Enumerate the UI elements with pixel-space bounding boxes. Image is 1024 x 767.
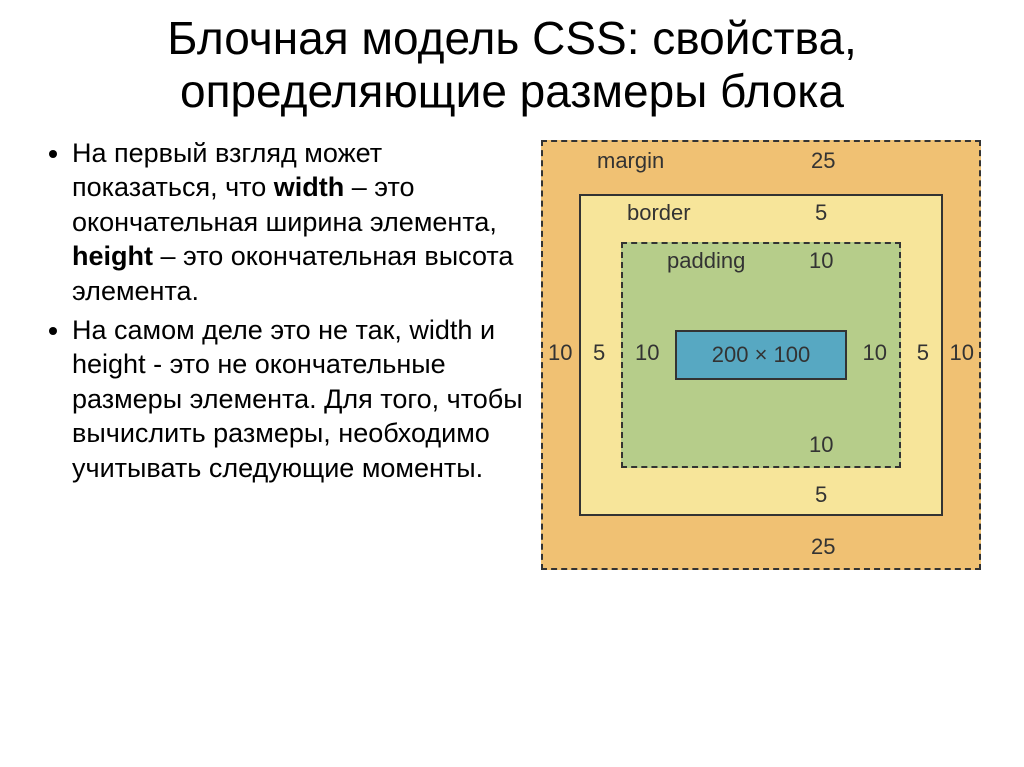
diagram-column: 200 × 100 margin border padding 25 25 10… <box>538 136 984 570</box>
b2-height: height <box>72 349 146 379</box>
bullet-list: На первый взгляд может показаться, что w… <box>40 136 530 485</box>
content-size-label: 200 × 100 <box>712 342 810 368</box>
b1-height: height <box>72 241 153 271</box>
margin-left-value: 10 <box>548 340 572 366</box>
margin-bottom-value: 25 <box>811 534 835 560</box>
content-row: На первый взгляд может показаться, что w… <box>40 136 984 570</box>
border-top-value: 5 <box>815 200 827 226</box>
border-left-value: 5 <box>593 340 605 366</box>
bullet-1: На первый взгляд может показаться, что w… <box>72 136 530 309</box>
b2-part-a: На самом деле это не так, <box>72 315 409 345</box>
padding-left-value: 10 <box>635 340 659 366</box>
margin-top-value: 25 <box>811 148 835 174</box>
text-column: На первый взгляд может показаться, что w… <box>40 136 530 489</box>
border-label: border <box>627 200 691 226</box>
b1-width: width <box>274 172 344 202</box>
b2-part-b: и <box>472 315 495 345</box>
slide: Блочная модель CSS: свойства, определяющ… <box>0 0 1024 767</box>
slide-title: Блочная модель CSS: свойства, определяющ… <box>40 12 984 118</box>
box-model-diagram: 200 × 100 margin border padding 25 25 10… <box>541 140 981 570</box>
margin-right-value: 10 <box>950 340 974 366</box>
padding-label: padding <box>667 248 745 274</box>
border-right-value: 5 <box>917 340 929 366</box>
border-bottom-value: 5 <box>815 482 827 508</box>
content-box: 200 × 100 <box>675 330 847 380</box>
padding-right-value: 10 <box>863 340 887 366</box>
b2-width: width <box>409 315 472 345</box>
margin-label: margin <box>597 148 664 174</box>
padding-top-value: 10 <box>809 248 833 274</box>
padding-bottom-value: 10 <box>809 432 833 458</box>
bullet-2: На самом деле это не так, width и height… <box>72 313 530 486</box>
